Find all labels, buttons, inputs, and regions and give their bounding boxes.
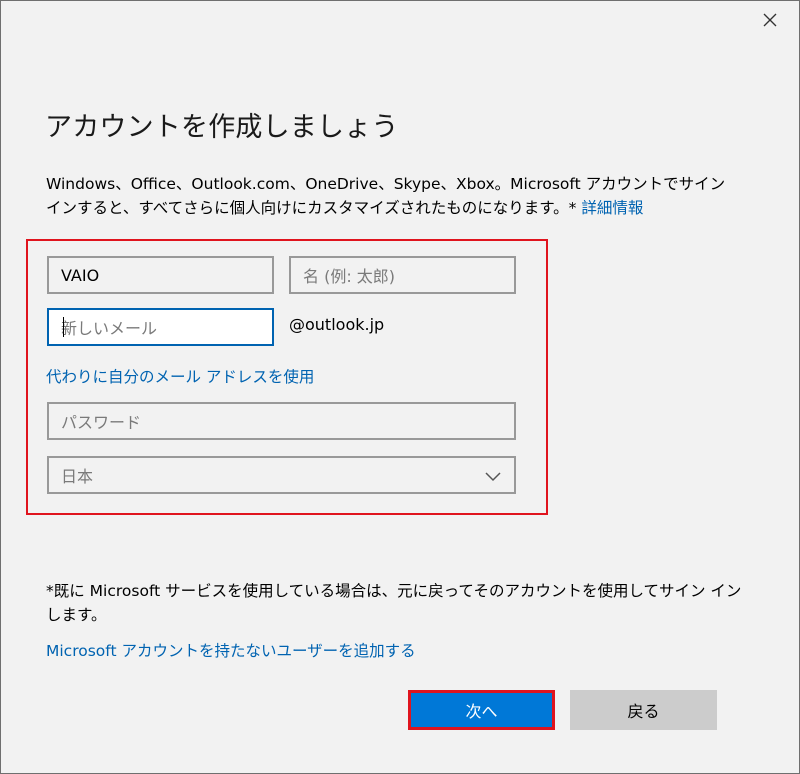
email-field[interactable]: 新しいメール: [47, 308, 274, 346]
title-bar: [1, 1, 799, 39]
note-line-2: します。: [46, 606, 107, 624]
text-caret: [63, 317, 64, 337]
email-domain: @outlook.jp: [289, 315, 385, 334]
add-user-without-account-link[interactable]: Microsoft アカウントを持たないユーザーを追加する: [46, 639, 416, 661]
create-account-dialog: アカウントを作成しましょう Windows、Office、Outlook.com…: [0, 0, 800, 774]
details-link[interactable]: 詳細情報: [581, 199, 643, 217]
close-button[interactable]: [757, 7, 783, 33]
next-button[interactable]: 次へ: [408, 690, 555, 730]
email-placeholder: 新しいメール: [61, 319, 158, 338]
password-field[interactable]: パスワード: [47, 402, 516, 440]
next-button-label: 次へ: [465, 702, 498, 721]
last-name-field[interactable]: VAIO: [47, 256, 274, 294]
description-line-2: インすると、すべてさらに個人向けにカスタマイズされたものになります。* 詳細情報: [46, 196, 736, 220]
chevron-down-icon: [485, 472, 501, 482]
back-button-label: 戻る: [627, 702, 660, 721]
use-own-email-link[interactable]: 代わりに自分のメール アドレスを使用: [46, 365, 314, 387]
first-name-placeholder: 名 (例: 太郎): [303, 267, 396, 286]
page-title: アカウントを作成しましょう: [45, 112, 399, 143]
password-placeholder: パスワード: [61, 413, 142, 432]
country-selected-value: 日本: [61, 467, 94, 486]
description: Windows、Office、Outlook.com、OneDrive、Skyp…: [46, 172, 736, 220]
close-icon: [763, 13, 777, 27]
note-line-1: *既に Microsoft サービスを使用している場合は、元に戻ってそのアカウン…: [46, 582, 742, 600]
last-name-value: VAIO: [61, 265, 100, 285]
description-line-1: Windows、Office、Outlook.com、OneDrive、Skyp…: [46, 175, 726, 193]
back-button[interactable]: 戻る: [570, 690, 717, 730]
first-name-field[interactable]: 名 (例: 太郎): [289, 256, 516, 294]
existing-account-note: *既に Microsoft サービスを使用している場合は、元に戻ってそのアカウン…: [46, 579, 746, 627]
description-line-2-text: インすると、すべてさらに個人向けにカスタマイズされたものになります。*: [46, 199, 577, 217]
country-select[interactable]: 日本: [47, 456, 516, 494]
